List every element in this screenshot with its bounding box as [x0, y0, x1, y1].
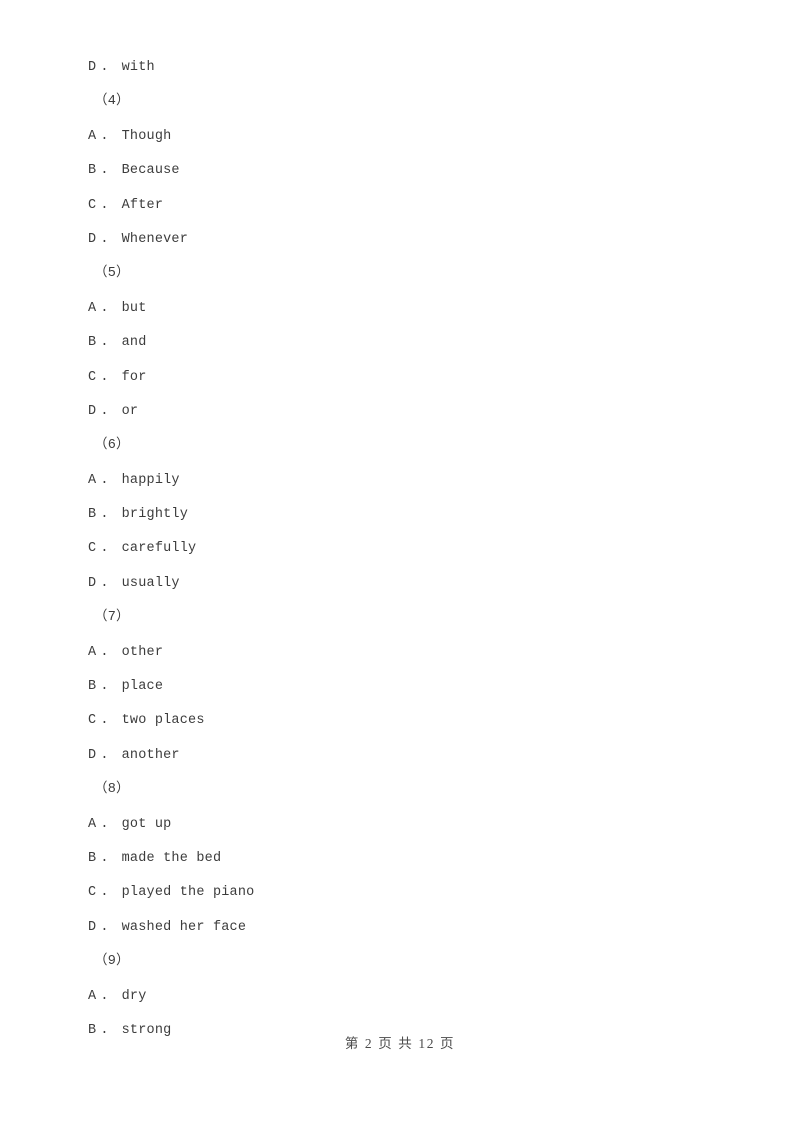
option-letter: A — [88, 816, 97, 832]
option-separator: . — [100, 231, 109, 247]
option-letter: A — [88, 472, 97, 488]
option-letter: A — [88, 300, 97, 316]
question-number: （4） — [94, 94, 130, 110]
option-letter: C — [88, 885, 97, 901]
answer-option: A. happily — [88, 464, 728, 498]
option-letter: D — [88, 60, 97, 75]
answer-option: D. or — [88, 395, 728, 429]
option-separator: . — [100, 197, 109, 213]
option-text: dry — [121, 988, 147, 1004]
option-letter: D — [88, 919, 97, 935]
question-number: （7） — [94, 610, 130, 626]
option-separator: . — [100, 988, 109, 1004]
answer-option: D. with — [88, 51, 728, 85]
option-letter: D — [88, 231, 97, 247]
answer-option: B. and — [88, 326, 728, 360]
option-separator: . — [100, 541, 109, 557]
option-separator: . — [100, 816, 109, 832]
question-number: （6） — [94, 438, 130, 454]
option-text: Though — [121, 128, 172, 144]
option-separator: . — [100, 300, 109, 316]
answer-option: D. usually — [88, 567, 728, 601]
option-separator: . — [100, 60, 109, 75]
option-separator: . — [100, 163, 109, 179]
answer-option: A. got up — [88, 808, 728, 842]
option-text: place — [121, 679, 164, 695]
option-text: another — [121, 747, 180, 763]
option-text: but — [121, 300, 147, 316]
option-letter: C — [88, 197, 97, 213]
answer-option: D. washed her face — [88, 911, 728, 945]
option-letter: D — [88, 747, 97, 763]
option-letter: B — [88, 679, 97, 695]
option-text: or — [121, 403, 139, 419]
option-separator: . — [100, 335, 109, 351]
option-letter: A — [88, 128, 97, 144]
document-page: D. with （4） A. Though B. Because C. After D. Whene… — [0, 0, 800, 1132]
option-text: two places — [121, 713, 205, 729]
option-letter: B — [88, 335, 97, 351]
question-number: （8） — [94, 782, 130, 798]
option-text: with — [121, 60, 155, 75]
answer-option: D. another — [88, 739, 728, 773]
option-letter: D — [88, 575, 97, 591]
answer-option: B. Because — [88, 154, 728, 188]
option-text: made the bed — [121, 850, 222, 866]
option-text: for — [121, 369, 147, 385]
question-number: （9） — [94, 954, 130, 970]
option-text: Whenever — [121, 231, 189, 247]
option-separator: . — [100, 679, 109, 695]
option-letter: C — [88, 369, 97, 385]
option-text: After — [121, 197, 164, 213]
option-text: Because — [121, 163, 180, 179]
option-separator: . — [100, 644, 109, 660]
question-list: D. with （4） A. Though B. Because C. After D. Whene… — [88, 51, 728, 1048]
answer-option: C. for — [88, 361, 728, 395]
option-text: and — [121, 335, 147, 351]
page-footer: 第 2 页 共 12 页 — [344, 1036, 456, 1051]
option-text: other — [121, 644, 164, 660]
option-separator: . — [100, 885, 109, 901]
option-letter: A — [88, 644, 97, 660]
answer-option: A. dry — [88, 980, 728, 1014]
option-separator: . — [100, 472, 109, 488]
option-separator: . — [100, 403, 109, 419]
option-text: happily — [121, 472, 180, 488]
answer-option: C. After — [88, 189, 728, 223]
answer-option: B. brightly — [88, 498, 728, 532]
option-separator: . — [100, 747, 109, 763]
option-separator: . — [100, 919, 109, 935]
option-letter: D — [88, 403, 97, 419]
option-separator: . — [100, 713, 109, 729]
option-text: washed her face — [121, 919, 247, 935]
answer-option: C. carefully — [88, 532, 728, 566]
answer-option: C. played the piano — [88, 876, 728, 910]
option-separator: . — [100, 575, 109, 591]
answer-option: A. Though — [88, 120, 728, 154]
answer-option: A. but — [88, 292, 728, 326]
option-separator: . — [100, 507, 109, 523]
option-letter: B — [88, 507, 97, 523]
option-text: carefully — [121, 541, 197, 557]
option-letter: A — [88, 988, 97, 1004]
question-number: （5） — [94, 266, 130, 282]
answer-option: B. place — [88, 670, 728, 704]
option-separator: . — [100, 128, 109, 144]
answer-option: B. made the bed — [88, 842, 728, 876]
option-letter: B — [88, 850, 97, 866]
answer-option: D. Whenever — [88, 223, 728, 257]
option-text: usually — [121, 575, 180, 591]
option-text: brightly — [121, 507, 189, 523]
option-text: got up — [121, 816, 172, 832]
option-letter: C — [88, 541, 97, 557]
option-separator: . — [100, 850, 109, 866]
option-letter: C — [88, 713, 97, 729]
option-letter: B — [88, 163, 97, 179]
answer-option: A. other — [88, 636, 728, 670]
option-text: played the piano — [121, 885, 255, 901]
option-separator: . — [100, 369, 109, 385]
answer-option: C. two places — [88, 704, 728, 738]
